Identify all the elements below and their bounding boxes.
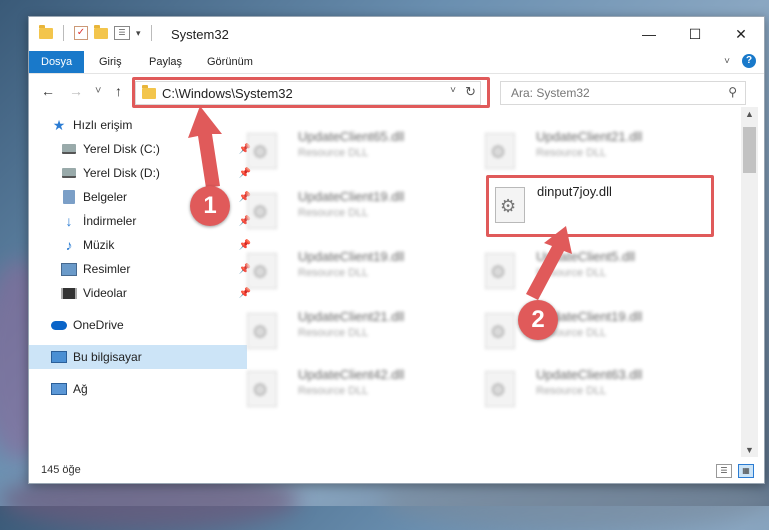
annotation-arrows bbox=[188, 106, 572, 300]
step-badge-1: 1 bbox=[190, 186, 230, 226]
arrow-1 bbox=[188, 106, 222, 188]
arrow-2 bbox=[526, 226, 572, 300]
step-badge-2: 2 bbox=[518, 300, 558, 340]
